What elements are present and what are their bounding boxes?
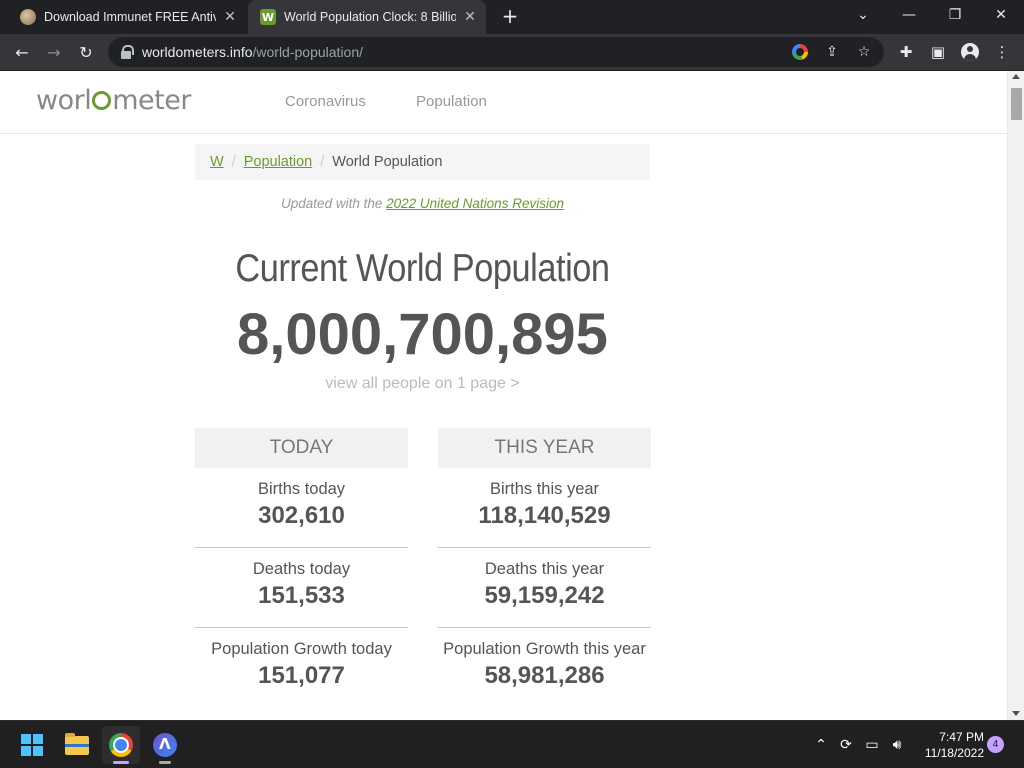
clock-time: 7:47 PM	[939, 730, 984, 744]
restore-icon[interactable]: ❐	[932, 0, 978, 34]
bookmark-star-icon[interactable]: ☆	[854, 42, 874, 62]
extensions-icon[interactable]: ✚	[893, 39, 919, 65]
browser-tab-strip: Download Immunet FREE Antivirus ✕ W Worl…	[0, 0, 1024, 34]
breadcrumb-current: World Population	[332, 154, 443, 170]
un-revision-link[interactable]: 2022 United Nations Revision	[386, 196, 564, 211]
tab-title: World Population Clock: 8 Billion People	[284, 10, 456, 24]
breadcrumb: W / Population / World Population	[195, 144, 650, 180]
breadcrumb-separator: /	[320, 154, 325, 170]
url-text[interactable]: worldometers.info/world-population/	[142, 44, 363, 60]
site-header: worl meter Coronavirus Population	[0, 71, 1007, 134]
running-app-indicator	[159, 761, 171, 764]
this-year-header: THIS YEAR	[438, 428, 651, 468]
google-lens-icon[interactable]	[790, 42, 810, 62]
active-app-indicator	[113, 761, 129, 764]
profile-avatar[interactable]	[957, 39, 983, 65]
browser-toolbar: ← → ↻ worldometers.info/world-population…	[0, 34, 1024, 71]
chrome-taskbar-button[interactable]	[102, 726, 140, 764]
forward-icon[interactable]: →	[40, 39, 68, 67]
today-column: TODAY Births today 302,610 Deaths today …	[195, 428, 408, 708]
arc-app-icon	[153, 733, 177, 757]
share-icon[interactable]: ⇪	[822, 42, 842, 62]
address-bar[interactable]: worldometers.info/world-population/ ⇪ ☆	[108, 37, 884, 67]
view-all-link[interactable]: view all people on 1 page >	[195, 375, 650, 393]
clock-date: 11/18/2022	[924, 746, 984, 760]
close-tab-icon[interactable]: ✕	[222, 9, 238, 25]
volume-icon[interactable]: 🔊︎	[887, 735, 907, 755]
stat-deaths-year: Deaths this year 59,159,242	[438, 548, 651, 628]
worldometer-logo[interactable]: worl meter	[36, 85, 191, 116]
scroll-up-arrow-icon[interactable]	[1012, 74, 1020, 79]
update-note: Updated with the 2022 United Nations Rev…	[281, 196, 564, 211]
nav-population[interactable]: Population	[416, 93, 487, 110]
web-page: worl meter Coronavirus Population W / Popul…	[0, 71, 1007, 720]
file-explorer-button[interactable]	[58, 726, 96, 764]
folder-icon	[65, 732, 89, 755]
stat-deaths-today: Deaths today 151,533	[195, 548, 408, 628]
lock-icon[interactable]	[120, 45, 134, 59]
tab-world-population[interactable]: W World Population Clock: 8 Billion Peop…	[248, 0, 486, 34]
start-button[interactable]	[13, 726, 51, 764]
scroll-down-arrow-icon[interactable]	[1012, 711, 1020, 716]
breadcrumb-home-link[interactable]: W	[210, 154, 224, 170]
chrome-icon	[109, 733, 133, 757]
network-icon[interactable]: ▭	[862, 735, 882, 755]
system-clock[interactable]: 7:47 PM 11/18/2022	[912, 729, 984, 761]
tab-title: Download Immunet FREE Antivirus	[44, 10, 216, 24]
breadcrumb-separator: /	[231, 154, 236, 170]
stat-growth-today: Population Growth today 151,077	[211, 640, 392, 689]
back-icon[interactable]: ←	[8, 39, 36, 67]
breadcrumb-population-link[interactable]: Population	[244, 154, 313, 170]
windows-logo-icon	[21, 734, 43, 756]
immunet-icon	[20, 9, 36, 25]
tray-chevron-icon[interactable]: ⌃	[811, 735, 831, 755]
stat-growth-year: Population Growth this year 58,981,286	[443, 640, 646, 689]
reload-icon[interactable]: ↻	[72, 39, 100, 67]
stat-births-today: Births today 302,610	[195, 468, 408, 548]
tab-search-icon[interactable]: ⌄	[840, 0, 886, 34]
taskbar: ⌃ ⟳ ▭ 🔊︎ 7:47 PM 11/18/2022 4	[0, 720, 1024, 768]
app-taskbar-button[interactable]	[146, 726, 184, 764]
stat-births-year: Births this year 118,140,529	[438, 468, 651, 548]
new-tab-button[interactable]: +	[498, 5, 522, 29]
close-tab-icon[interactable]: ✕	[462, 9, 478, 25]
side-panel-icon[interactable]: ▣	[925, 39, 951, 65]
minimize-icon[interactable]: —	[886, 0, 932, 34]
menu-kebab-icon[interactable]: ⋮	[989, 39, 1015, 65]
page-scrollbar[interactable]	[1007, 71, 1024, 720]
logo-o-icon	[92, 91, 112, 110]
today-header: TODAY	[195, 428, 408, 468]
page-title: Current World Population	[235, 247, 610, 290]
tab-immunet[interactable]: Download Immunet FREE Antivirus ✕	[8, 0, 246, 34]
worldometer-favicon: W	[260, 9, 276, 25]
scroll-thumb[interactable]	[1011, 88, 1022, 120]
this-year-column: THIS YEAR Births this year 118,140,529 D…	[438, 428, 651, 708]
update-sync-icon[interactable]: ⟳	[836, 735, 856, 755]
close-window-icon[interactable]: ✕	[978, 0, 1024, 34]
population-counter: 8,000,700,895	[237, 302, 608, 367]
notification-badge[interactable]: 4	[987, 736, 1004, 753]
nav-coronavirus[interactable]: Coronavirus	[285, 93, 366, 110]
